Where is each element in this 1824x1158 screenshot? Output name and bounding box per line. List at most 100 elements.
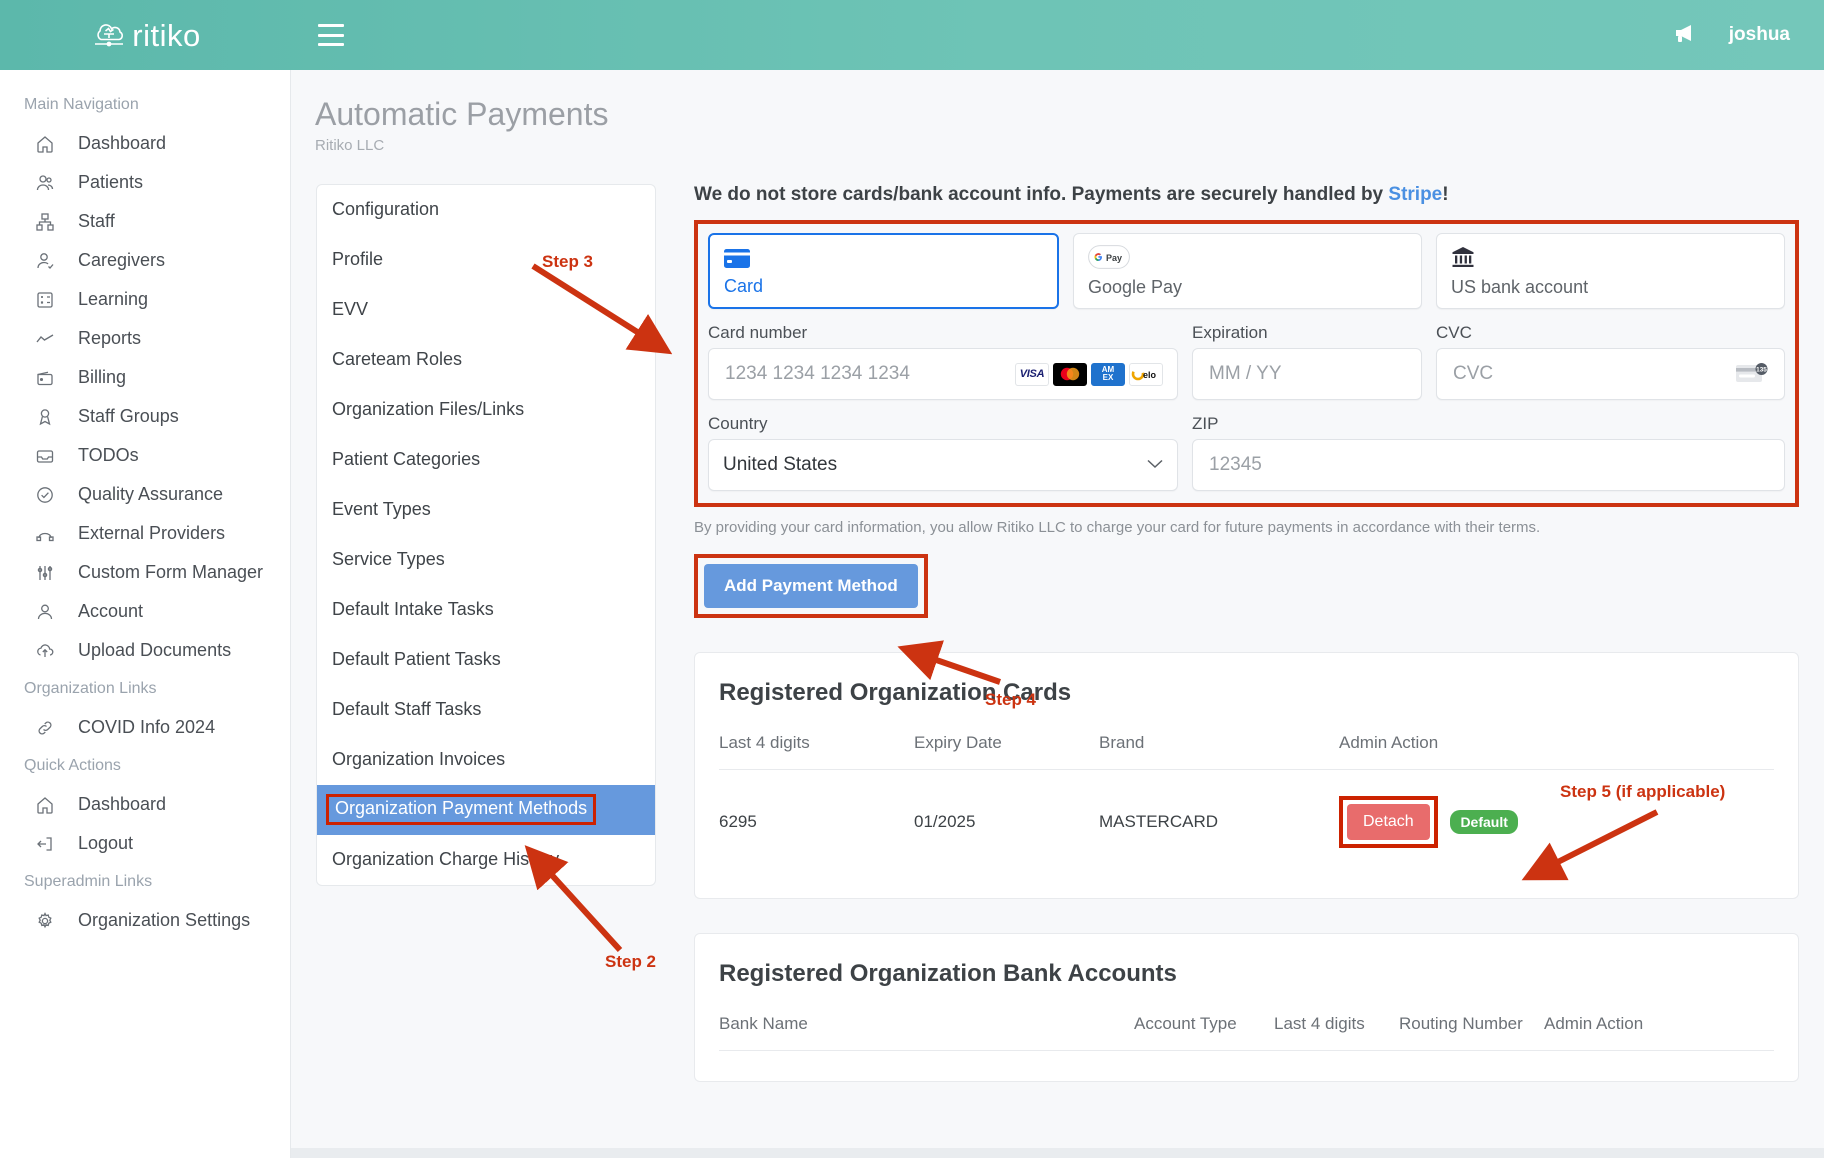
sidebar-item-quick-dashboard[interactable]: Dashboard bbox=[0, 785, 290, 824]
settings-item-organization-files-links[interactable]: Organization Files/Links bbox=[317, 385, 655, 435]
settings-item-label: Careteam Roles bbox=[332, 349, 462, 370]
sidebar-item-account[interactable]: Account bbox=[0, 592, 290, 631]
settings-item-default-intake-tasks[interactable]: Default Intake Tasks bbox=[317, 585, 655, 635]
settings-item-patient-categories[interactable]: Patient Categories bbox=[317, 435, 655, 485]
horizontal-scrollbar[interactable] bbox=[291, 1148, 1824, 1158]
registered-cards-title: Registered Organization Cards bbox=[719, 679, 1774, 707]
cell-expiry: 01/2025 bbox=[914, 770, 1099, 869]
gear-icon bbox=[34, 910, 56, 932]
sidebar-item-learning[interactable]: Learning bbox=[0, 280, 290, 319]
sidebar-item-label: Custom Form Manager bbox=[78, 562, 263, 583]
sidebar-item-quality-assurance[interactable]: Quality Assurance bbox=[0, 475, 290, 514]
country-value: United States bbox=[723, 454, 1147, 476]
sidebar-item-organization-settings[interactable]: Organization Settings bbox=[0, 901, 290, 940]
table-header-row: Bank Name Account Type Last 4 digits Rou… bbox=[719, 1014, 1774, 1051]
sidebar-item-logout[interactable]: Logout bbox=[0, 824, 290, 863]
detach-button[interactable]: Detach bbox=[1347, 804, 1430, 840]
sidebar-item-label: Quality Assurance bbox=[78, 484, 223, 505]
default-badge: Default bbox=[1450, 810, 1517, 834]
settings-item-label: Service Types bbox=[332, 549, 445, 570]
card-fields-row-1: Card number VISA AMEX elo bbox=[708, 323, 1785, 400]
tab-card[interactable]: Card bbox=[708, 233, 1059, 309]
sidebar-item-covid-info-2024[interactable]: COVID Info 2024 bbox=[0, 708, 290, 747]
registered-bank-accounts-table: Bank Name Account Type Last 4 digits Rou… bbox=[719, 1014, 1774, 1051]
elo-icon: elo bbox=[1129, 363, 1163, 386]
sidebar-section-title: Main Navigation bbox=[0, 86, 290, 124]
expiration-input[interactable] bbox=[1207, 362, 1407, 386]
settings-item-label: Default Patient Tasks bbox=[332, 649, 501, 670]
settings-item-default-patient-tasks[interactable]: Default Patient Tasks bbox=[317, 635, 655, 685]
amex-icon: AMEX bbox=[1091, 363, 1125, 386]
detach-highlight: Detach bbox=[1339, 796, 1438, 848]
column-admin-action: Admin Action bbox=[1339, 733, 1774, 770]
sidebar-item-label: Dashboard bbox=[78, 794, 166, 815]
settings-item-profile[interactable]: Profile bbox=[317, 235, 655, 285]
sidebar-item-label: Staff bbox=[78, 211, 115, 232]
megaphone-icon[interactable] bbox=[1673, 22, 1699, 49]
settings-item-configuration[interactable]: Configuration bbox=[317, 185, 655, 235]
card-number-input-wrap[interactable]: VISA AMEX elo bbox=[708, 348, 1178, 400]
settings-item-organization-charge-history[interactable]: Organization Charge History bbox=[317, 835, 655, 885]
settings-item-service-types[interactable]: Service Types bbox=[317, 535, 655, 585]
column-last4: Last 4 digits bbox=[719, 733, 914, 770]
cloud-network-logo-icon bbox=[90, 17, 128, 54]
zip-label: ZIP bbox=[1192, 414, 1785, 434]
brand-logo-area[interactable]: ritiko bbox=[0, 0, 291, 70]
bank-icon bbox=[1451, 244, 1770, 270]
sidebar-item-dashboard[interactable]: Dashboard bbox=[0, 124, 290, 163]
column-last4: Last 4 digits bbox=[1274, 1014, 1399, 1051]
user-menu[interactable]: joshua bbox=[1729, 24, 1790, 46]
payment-legal-text: By providing your card information, you … bbox=[694, 519, 1799, 536]
sidebar-item-external-providers[interactable]: External Providers bbox=[0, 514, 290, 553]
sidebar-item-upload-documents[interactable]: Upload Documents bbox=[0, 631, 290, 670]
cvc-input[interactable] bbox=[1451, 362, 1736, 386]
zip-input-wrap[interactable] bbox=[1192, 439, 1785, 491]
sidebar-item-custom-form-manager[interactable]: Custom Form Manager bbox=[0, 553, 290, 592]
add-payment-method-button[interactable]: Add Payment Method bbox=[704, 564, 918, 608]
sidebar-section-title: Organization Links bbox=[0, 670, 290, 708]
settings-item-careteam-roles[interactable]: Careteam Roles bbox=[317, 335, 655, 385]
settings-item-evv[interactable]: EVV bbox=[317, 285, 655, 335]
registered-bank-accounts-card: Registered Organization Bank Accounts Ba… bbox=[694, 933, 1799, 1082]
settings-item-event-types[interactable]: Event Types bbox=[317, 485, 655, 535]
sidebar-item-staff-groups[interactable]: Staff Groups bbox=[0, 397, 290, 436]
home-icon bbox=[34, 794, 56, 816]
tab-us-bank-account[interactable]: US bank account bbox=[1436, 233, 1785, 309]
table-row: 6295 01/2025 MASTERCARD Detach Default bbox=[719, 770, 1774, 869]
sidebar-item-patients[interactable]: Patients bbox=[0, 163, 290, 202]
top-bar-right: joshua bbox=[1673, 22, 1824, 49]
column-admin-action: Admin Action bbox=[1544, 1014, 1774, 1051]
settings-item-label: Default Intake Tasks bbox=[332, 599, 494, 620]
add-payment-method-highlight: Add Payment Method bbox=[694, 554, 928, 618]
svg-text:elo: elo bbox=[1143, 370, 1157, 380]
cloud-upload-icon bbox=[34, 640, 56, 662]
country-select[interactable]: United States bbox=[708, 439, 1178, 491]
settings-item-label: Patient Categories bbox=[332, 449, 480, 470]
sidebar: Main Navigation Dashboard Patients Staff… bbox=[0, 70, 291, 1158]
card-number-input[interactable] bbox=[723, 362, 1015, 386]
payment-method-tabs: Card Pay bbox=[708, 233, 1785, 309]
expiration-input-wrap[interactable] bbox=[1192, 348, 1422, 400]
cvc-input-wrap[interactable]: 135 bbox=[1436, 348, 1785, 400]
sidebar-item-billing[interactable]: Billing bbox=[0, 358, 290, 397]
sidebar-item-staff[interactable]: Staff bbox=[0, 202, 290, 241]
sidebar-item-label: Account bbox=[78, 601, 143, 622]
sidebar-item-label: Logout bbox=[78, 833, 133, 854]
settings-item-default-staff-tasks[interactable]: Default Staff Tasks bbox=[317, 685, 655, 735]
settings-item-organization-payment-methods[interactable]: Organization Payment Methods bbox=[317, 785, 655, 835]
sidebar-item-todos[interactable]: TODOs bbox=[0, 436, 290, 475]
zip-field-group: ZIP bbox=[1192, 414, 1785, 491]
hamburger-icon[interactable] bbox=[318, 24, 344, 46]
user-icon bbox=[34, 601, 56, 623]
tab-google-pay[interactable]: Pay Google Pay bbox=[1073, 233, 1422, 309]
inbox-icon bbox=[34, 445, 56, 467]
settings-item-organization-invoices[interactable]: Organization Invoices bbox=[317, 735, 655, 785]
chevron-down-icon bbox=[1147, 456, 1163, 474]
cell-last4: 6295 bbox=[719, 770, 914, 869]
stripe-link[interactable]: Stripe bbox=[1388, 184, 1442, 205]
sidebar-item-caregivers[interactable]: Caregivers bbox=[0, 241, 290, 280]
visa-icon: VISA bbox=[1015, 363, 1049, 386]
zip-input[interactable] bbox=[1207, 453, 1770, 477]
sidebar-item-reports[interactable]: Reports bbox=[0, 319, 290, 358]
cvc-field-group: CVC 135 bbox=[1436, 323, 1785, 400]
